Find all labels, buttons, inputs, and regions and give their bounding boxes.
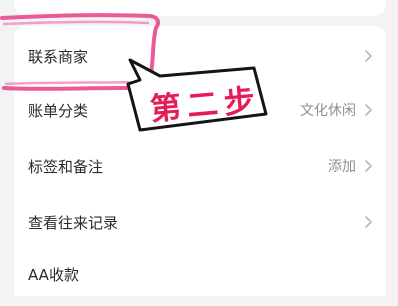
chevron-right-icon <box>365 216 372 228</box>
previous-card <box>14 0 386 16</box>
menu-item-aa-collection[interactable]: AA收款 <box>14 250 386 306</box>
menu-item-value: 文化休闲 <box>300 103 356 119</box>
menu-item-label: 查看往来记录 <box>28 213 119 232</box>
annotation-step-text: 第二步 <box>148 82 263 128</box>
chevron-right-icon <box>365 50 372 62</box>
chevron-right-icon <box>365 104 372 116</box>
menu-item-label: AA收款 <box>28 266 79 284</box>
menu-item-label: 联系商家 <box>28 47 89 66</box>
menu-item-label: 账单分类 <box>28 101 89 120</box>
chevron-right-icon <box>365 160 372 172</box>
menu-item-tags-notes[interactable]: 标签和备注 添加 <box>14 138 386 194</box>
menu-item-transaction-history[interactable]: 查看往来记录 <box>14 194 386 250</box>
menu-item-label: 标签和备注 <box>28 157 104 176</box>
menu-item-value: 添加 <box>328 159 356 175</box>
